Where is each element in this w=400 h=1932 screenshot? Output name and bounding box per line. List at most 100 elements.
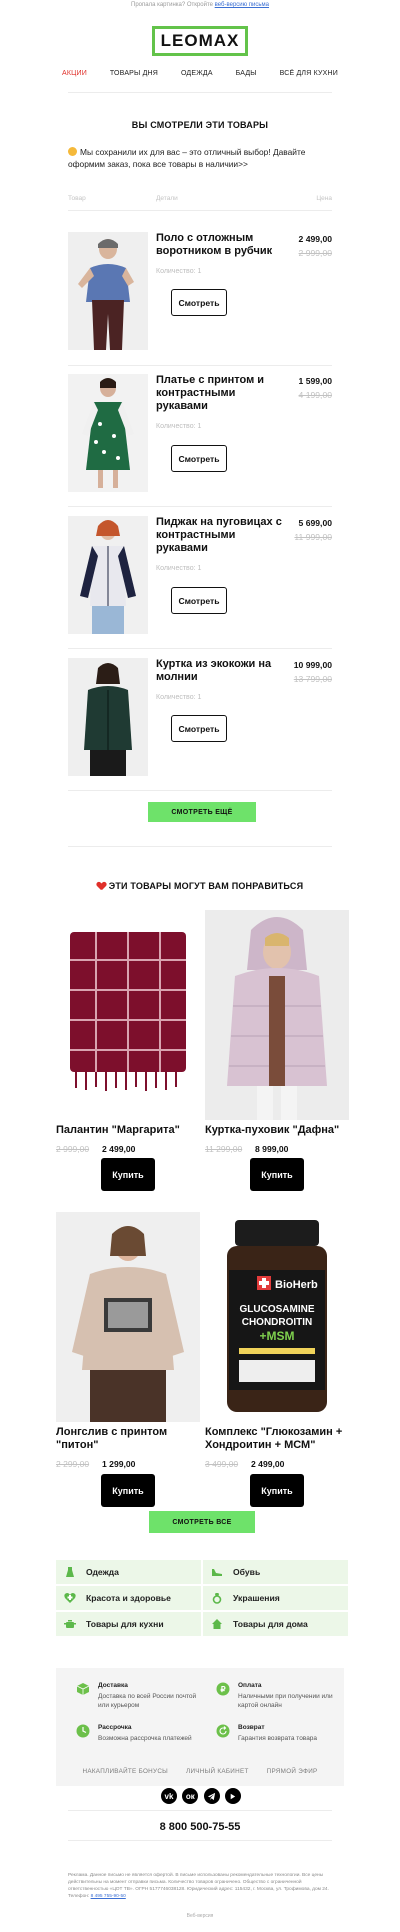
link-account[interactable]: ЛИЧНЫЙ КАБИНЕТ	[186, 1768, 249, 1775]
col-product: Товар	[68, 195, 86, 202]
preheader-text: Пропала картинка? Откройте	[131, 2, 213, 8]
vk-icon[interactable]: vk	[161, 1788, 177, 1804]
category-beauty-health[interactable]: Красота и здоровье	[56, 1586, 201, 1610]
recommend-title-text: ЭТИ ТОВАРЫ МОГУТ ВАМ ПОНРАВИТЬСЯ	[108, 881, 304, 891]
product-name[interactable]: Пиджак на пуговицах с контрастными рукав…	[156, 516, 286, 555]
heart-icon	[97, 882, 106, 890]
nav-item-deals[interactable]: ТОВАРЫ ДНЯ	[110, 70, 158, 77]
buy-button[interactable]: Купить	[250, 1474, 304, 1507]
product-photo[interactable]	[56, 1212, 200, 1422]
info-title: Возврат	[238, 1724, 265, 1731]
product-old-price: 11 299,00	[205, 1144, 243, 1154]
product-name[interactable]: Поло с отложным воротником в рубчик	[156, 232, 286, 258]
nav-item-clothes[interactable]: ОДЕЖДА	[181, 70, 213, 77]
see-more-button[interactable]: СМОТРЕТЬ ЕЩЁ	[148, 802, 256, 822]
category-shoes[interactable]: Обувь	[203, 1560, 348, 1584]
see-all-button[interactable]: СМОТРЕТЬ ВСЕ	[149, 1511, 255, 1533]
product-old-price: 2 999,00	[298, 248, 332, 258]
view-button[interactable]: Смотреть	[171, 587, 227, 614]
web-version-link[interactable]: веб-версию письма	[215, 2, 269, 8]
view-button[interactable]: Смотреть	[171, 445, 227, 472]
leomax-logo[interactable]: LEOMAX	[152, 26, 248, 56]
info-title: Оплата	[238, 1682, 262, 1689]
product-price: 1 599,00	[298, 376, 332, 386]
youtube-icon[interactable]	[224, 1788, 241, 1804]
category-home[interactable]: Товары для дома	[203, 1612, 348, 1636]
link-live[interactable]: ПРЯМОЙ ЭФИР	[267, 1768, 318, 1775]
nav-item-promo[interactable]: АКЦИИ	[62, 70, 87, 77]
svg-text:₽: ₽	[220, 1685, 225, 1694]
telegram-icon[interactable]	[203, 1788, 220, 1804]
viewed-title: ВЫ СМОТРЕЛИ ЭТИ ТОВАРЫ	[131, 120, 269, 130]
product-price: 2 499,00	[298, 234, 332, 244]
legal-phone-link[interactable]: 8 495 755-90-50	[91, 1894, 126, 1899]
ok-icon[interactable]: ок	[182, 1788, 199, 1804]
category-label: Товары для кухни	[86, 1619, 164, 1629]
info-title: Доставка	[98, 1682, 128, 1689]
buy-button[interactable]: Купить	[250, 1158, 304, 1191]
viewed-item: Платье с принтом и контрастными рукавами…	[68, 374, 332, 492]
category-label: Красота и здоровье	[86, 1593, 171, 1603]
category-kitchen[interactable]: Товары для кухни	[56, 1612, 201, 1636]
divider	[68, 365, 332, 366]
product-photo[interactable]	[68, 232, 148, 350]
product-quantity: Количество: 1	[156, 423, 202, 430]
divider	[68, 506, 332, 507]
info-text: Доставка по всей России почтой или курье…	[98, 1693, 197, 1709]
jar-line3: +MSM	[259, 1329, 294, 1343]
product-photo[interactable]	[68, 516, 148, 634]
category-label: Обувь	[233, 1567, 261, 1577]
divider	[68, 1810, 332, 1811]
box-icon	[76, 1682, 90, 1696]
product-price: 10 999,00	[293, 660, 332, 670]
emoji-icon	[68, 147, 77, 156]
top-nav: АКЦИИ ТОВАРЫ ДНЯ ОДЕЖДА БАДЫ ВСЁ ДЛЯ КУХ…	[62, 70, 338, 77]
product-name[interactable]: Лонгслив с принтом "питон"	[56, 1426, 206, 1452]
info-title: Рассрочка	[98, 1724, 132, 1731]
heart-plus-icon	[64, 1592, 76, 1604]
recommend-card: Куртка-пуховик "Дафна" 11 299,00 8 999,0…	[205, 910, 349, 1192]
buy-button[interactable]: Купить	[101, 1158, 155, 1191]
product-photo[interactable]: BioHerb GLUCOSAMINE CHONDROITIN +MSM	[205, 1212, 349, 1422]
view-button[interactable]: Смотреть	[171, 289, 227, 316]
recommend-card: BioHerb GLUCOSAMINE CHONDROITIN +MSM Ком…	[205, 1212, 349, 1512]
info-text: Возможна рассрочка платежей	[98, 1735, 192, 1742]
category-jewelry[interactable]: Украшения	[203, 1586, 348, 1610]
product-quantity: Количество: 1	[156, 268, 202, 275]
product-price: 2 499,00	[102, 1144, 136, 1154]
product-name[interactable]: Платье с принтом и контрастными рукавами	[156, 374, 286, 413]
viewed-intro-text: Мы сохранили их для вас – это отличный в…	[68, 147, 306, 169]
product-old-price: 13 799,00	[293, 674, 332, 684]
link-bonuses[interactable]: НАКАПЛИВАЙТЕ БОНУСЫ	[82, 1768, 168, 1775]
product-name[interactable]: Куртка-пуховик "Дафна"	[205, 1124, 355, 1137]
col-details: Детали	[156, 195, 178, 202]
divider	[68, 846, 332, 847]
dress-icon	[64, 1566, 76, 1578]
product-quantity: Количество: 1	[156, 565, 202, 572]
product-photo[interactable]	[68, 658, 148, 776]
product-photo[interactable]	[68, 374, 148, 492]
ring-icon	[211, 1592, 223, 1604]
product-photo[interactable]	[56, 910, 200, 1120]
divider	[68, 790, 332, 791]
phone-number[interactable]: 8 800 500-75-55	[0, 1821, 400, 1833]
nav-item-kitchen[interactable]: ВСЁ ДЛЯ КУХНИ	[280, 70, 338, 77]
product-name[interactable]: Куртка из экокожи на молнии	[156, 658, 286, 684]
category-clothes[interactable]: Одежда	[56, 1560, 201, 1584]
nav-item-supplements[interactable]: БАДЫ	[236, 70, 257, 77]
product-name[interactable]: Комплекс "Глюкозамин + Хондроитин + МСМ"	[205, 1426, 355, 1452]
footer-links: НАКАПЛИВАЙТЕ БОНУСЫ ЛИЧНЫЙ КАБИНЕТ ПРЯМО…	[0, 1768, 400, 1775]
view-button[interactable]: Смотреть	[171, 715, 227, 742]
product-photo[interactable]	[205, 910, 349, 1120]
buy-button[interactable]: Купить	[101, 1474, 155, 1507]
jar-brand: BioHerb	[275, 1279, 318, 1291]
web-version-footer-link[interactable]: Веб-версия	[0, 1913, 400, 1919]
recommend-card: Лонгслив с принтом "питон" 2 299,00 1 29…	[56, 1212, 200, 1512]
recommend-title: ЭТИ ТОВАРЫ МОГУТ ВАМ ПОНРАВИТЬСЯ	[0, 881, 400, 891]
category-label: Украшения	[233, 1593, 280, 1603]
ruble-icon: ₽	[216, 1682, 230, 1696]
pot-icon	[64, 1618, 76, 1630]
product-name[interactable]: Палантин "Маргарита"	[56, 1124, 206, 1137]
category-label: Одежда	[86, 1567, 119, 1577]
shoe-icon	[211, 1566, 223, 1578]
